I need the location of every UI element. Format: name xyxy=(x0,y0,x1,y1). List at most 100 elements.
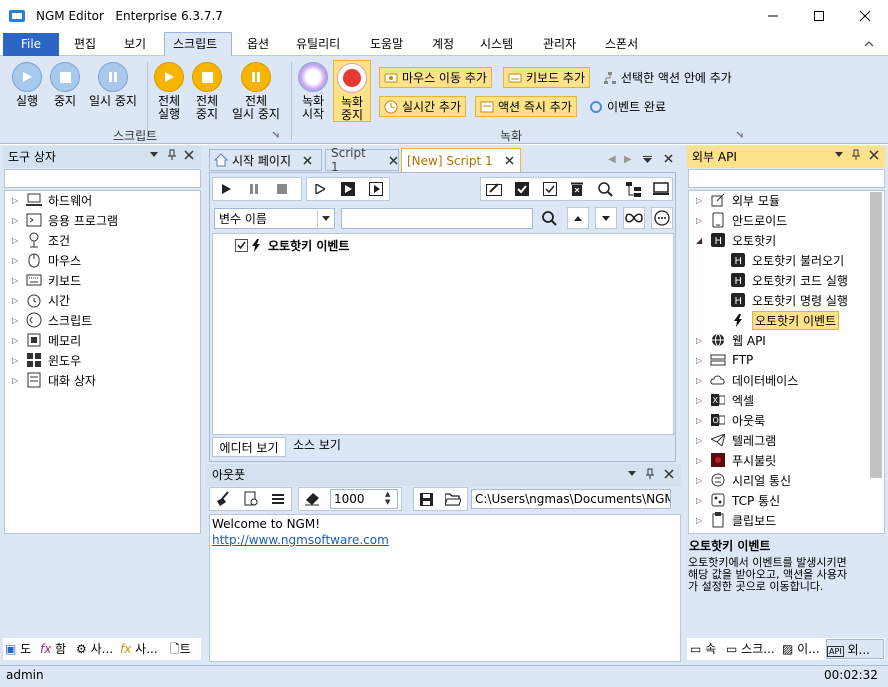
toolbox-tab-tools[interactable]: ▣ 도 xyxy=(5,639,39,659)
api-item-android[interactable]: ▷ 안드로이드 xyxy=(696,210,787,230)
tree-item-dialog[interactable]: ▷ 대화 상자 xyxy=(12,370,96,390)
api-item-ahk-event[interactable]: 오토핫키 이벤트 xyxy=(726,310,840,330)
stop-button[interactable]: 중지 xyxy=(48,62,82,108)
pin-icon[interactable] xyxy=(167,149,177,161)
api-item-tcp[interactable]: ▷ TCP 통신 xyxy=(696,490,780,510)
tab-list-icon[interactable] xyxy=(643,156,652,163)
monitor-icon[interactable] xyxy=(650,178,672,200)
dropdown-icon[interactable] xyxy=(628,471,636,477)
loop-icon[interactable] xyxy=(623,207,645,229)
tree-item-application[interactable]: ▷ 응용 프로그램 xyxy=(12,210,118,230)
run-from-here-icon[interactable] xyxy=(365,178,387,200)
action-row-autohotkey-event[interactable]: 오토핫키 이벤트 xyxy=(235,237,349,254)
close-icon[interactable] xyxy=(664,469,674,479)
search-icon[interactable] xyxy=(594,178,616,200)
toolbox-tab-user[interactable]: ⚙ 사... xyxy=(76,639,118,659)
tab-source-view[interactable]: 소스 보기 xyxy=(286,435,348,455)
pause-button[interactable]: 일시 중지 xyxy=(86,62,140,108)
api-item-ahk-command-run[interactable]: H 오토핫키 명령 실행 xyxy=(726,290,848,310)
website-link[interactable]: http://www.ngmsoftware.com xyxy=(212,533,678,547)
toolbox-tab-tree[interactable]: 🗋트 xyxy=(170,639,200,659)
tree-item-mouse[interactable]: ▷ 마우스 xyxy=(12,250,81,270)
record-stop-button[interactable]: 녹화 중지 xyxy=(333,60,371,122)
log-settings-icon[interactable] xyxy=(240,488,262,510)
api-item-ahk-load[interactable]: H 오토핫키 불러오기 xyxy=(726,250,844,270)
tree-item-window[interactable]: ▷ 윈도우 xyxy=(12,350,81,370)
output-path-input[interactable]: C:\Users\ngmas\Documents\NGM6\ xyxy=(471,489,671,509)
pin-icon[interactable] xyxy=(851,149,861,161)
add-realtime-button[interactable]: 실시간 추가 xyxy=(379,96,467,117)
edit-note-icon[interactable] xyxy=(483,178,505,200)
close-icon[interactable] xyxy=(184,150,194,160)
stop-icon[interactable] xyxy=(271,178,293,200)
api-item-web-api[interactable]: ▷ 웹 API xyxy=(696,330,766,350)
save-icon[interactable] xyxy=(415,488,437,510)
menu-item-view[interactable]: 보기 xyxy=(124,32,146,56)
tab-script-1[interactable]: Script 1 xyxy=(325,146,399,174)
file-menu-button[interactable]: File xyxy=(3,33,59,56)
play-icon[interactable] xyxy=(215,178,237,200)
step-play-icon[interactable] xyxy=(309,178,331,200)
tree-item-time[interactable]: ▷ 시간 xyxy=(12,290,70,310)
menu-item-system[interactable]: 시스템 xyxy=(480,32,513,56)
group-expand-icon[interactable] xyxy=(736,131,743,138)
api-item-database[interactable]: ▷ 데이터베이스 xyxy=(696,370,798,390)
tree-item-script[interactable]: ▷ 스크립트 xyxy=(12,310,92,330)
pause-all-button[interactable]: 전체 일시 중지 xyxy=(228,62,284,121)
close-tab-icon[interactable] xyxy=(303,155,312,165)
event-complete-button[interactable]: 이벤트 완료 xyxy=(585,96,670,117)
api-item-excel[interactable]: ▷ X 엑셀 xyxy=(696,390,754,410)
collapse-ribbon-icon[interactable] xyxy=(864,40,874,48)
spin-up-down-icon[interactable]: ▲ ▼ xyxy=(385,490,390,506)
add-keyboard-button[interactable]: 키보드 추가 xyxy=(503,67,591,88)
delete-icon[interactable] xyxy=(566,178,588,200)
tab-start-page[interactable]: 시작 페이지 xyxy=(209,149,322,171)
menu-item-options[interactable]: 옵션 xyxy=(247,32,269,56)
run-all-button[interactable]: 전체 실행 xyxy=(152,62,186,121)
run-button[interactable]: 실행 xyxy=(6,62,48,108)
close-icon[interactable] xyxy=(869,150,879,160)
checkbox[interactable] xyxy=(235,239,248,252)
menu-item-help[interactable]: 도움말 xyxy=(370,32,403,56)
clear-broom-icon[interactable] xyxy=(212,488,234,510)
close-icon[interactable] xyxy=(664,154,673,163)
maximize-button[interactable] xyxy=(796,0,842,32)
menu-item-utility[interactable]: 유틸리티 xyxy=(296,32,340,56)
menu-item-account[interactable]: 계정 xyxy=(432,32,454,56)
api-tab-properties[interactable]: ▭ 속 xyxy=(690,639,724,659)
dropdown-icon[interactable] xyxy=(835,152,843,158)
add-mouse-move-button[interactable]: 마우스 이동 추가 xyxy=(379,67,492,88)
tree-item-hardware[interactable]: ▷ 하드웨어 xyxy=(12,190,92,210)
close-window-button[interactable] xyxy=(842,0,888,32)
api-tab-external[interactable]: API 외... xyxy=(826,639,884,659)
menu-item-edit[interactable]: 편집 xyxy=(74,32,96,56)
close-tab-icon[interactable] xyxy=(505,156,514,165)
check-icon[interactable] xyxy=(539,178,561,200)
tab-scroll-left-icon[interactable]: ◀ xyxy=(608,154,616,165)
more-options-icon[interactable] xyxy=(651,207,673,229)
api-tree-scrollbar[interactable] xyxy=(870,192,882,478)
toolbox-tab-functions[interactable]: fx 함 xyxy=(40,639,74,659)
check-all-icon[interactable] xyxy=(511,178,533,200)
run-selected-icon[interactable] xyxy=(337,178,359,200)
api-tab-image[interactable]: ▨ 이... xyxy=(782,639,822,659)
api-item-clipboard[interactable]: ▷ 클립보드 xyxy=(696,510,776,530)
dropdown-icon[interactable] xyxy=(150,152,158,158)
api-item-ftp[interactable]: ▷ FTP xyxy=(696,350,753,370)
api-item-outlook[interactable]: ▷ O 아웃룩 xyxy=(696,410,765,430)
add-inside-selected-button[interactable]: 선택한 액션 안에 추가 xyxy=(599,67,736,88)
menu-item-sponsor[interactable]: 스폰서 xyxy=(605,32,638,56)
record-start-button[interactable]: 녹화 시작 xyxy=(296,62,330,121)
tree-item-memory[interactable]: ▷ 메모리 xyxy=(12,330,81,350)
tab-scroll-right-icon[interactable]: ▶ xyxy=(624,154,632,165)
api-item-telegram[interactable]: ▷ 텔레그램 xyxy=(696,430,776,450)
api-item-serial[interactable]: ▷ 시리얼 통신 xyxy=(696,470,791,490)
api-item-pushbullet[interactable]: ▷ 푸시불릿 xyxy=(696,450,776,470)
minimize-button[interactable] xyxy=(750,0,796,32)
variable-search-input[interactable] xyxy=(341,208,533,229)
move-down-icon[interactable] xyxy=(595,207,617,229)
toolbox-tab-user-functions[interactable]: fx 사... xyxy=(120,639,166,659)
tree-structure-icon[interactable] xyxy=(622,178,644,200)
list-icon[interactable] xyxy=(267,488,289,510)
menu-item-admin[interactable]: 관리자 xyxy=(543,32,576,56)
